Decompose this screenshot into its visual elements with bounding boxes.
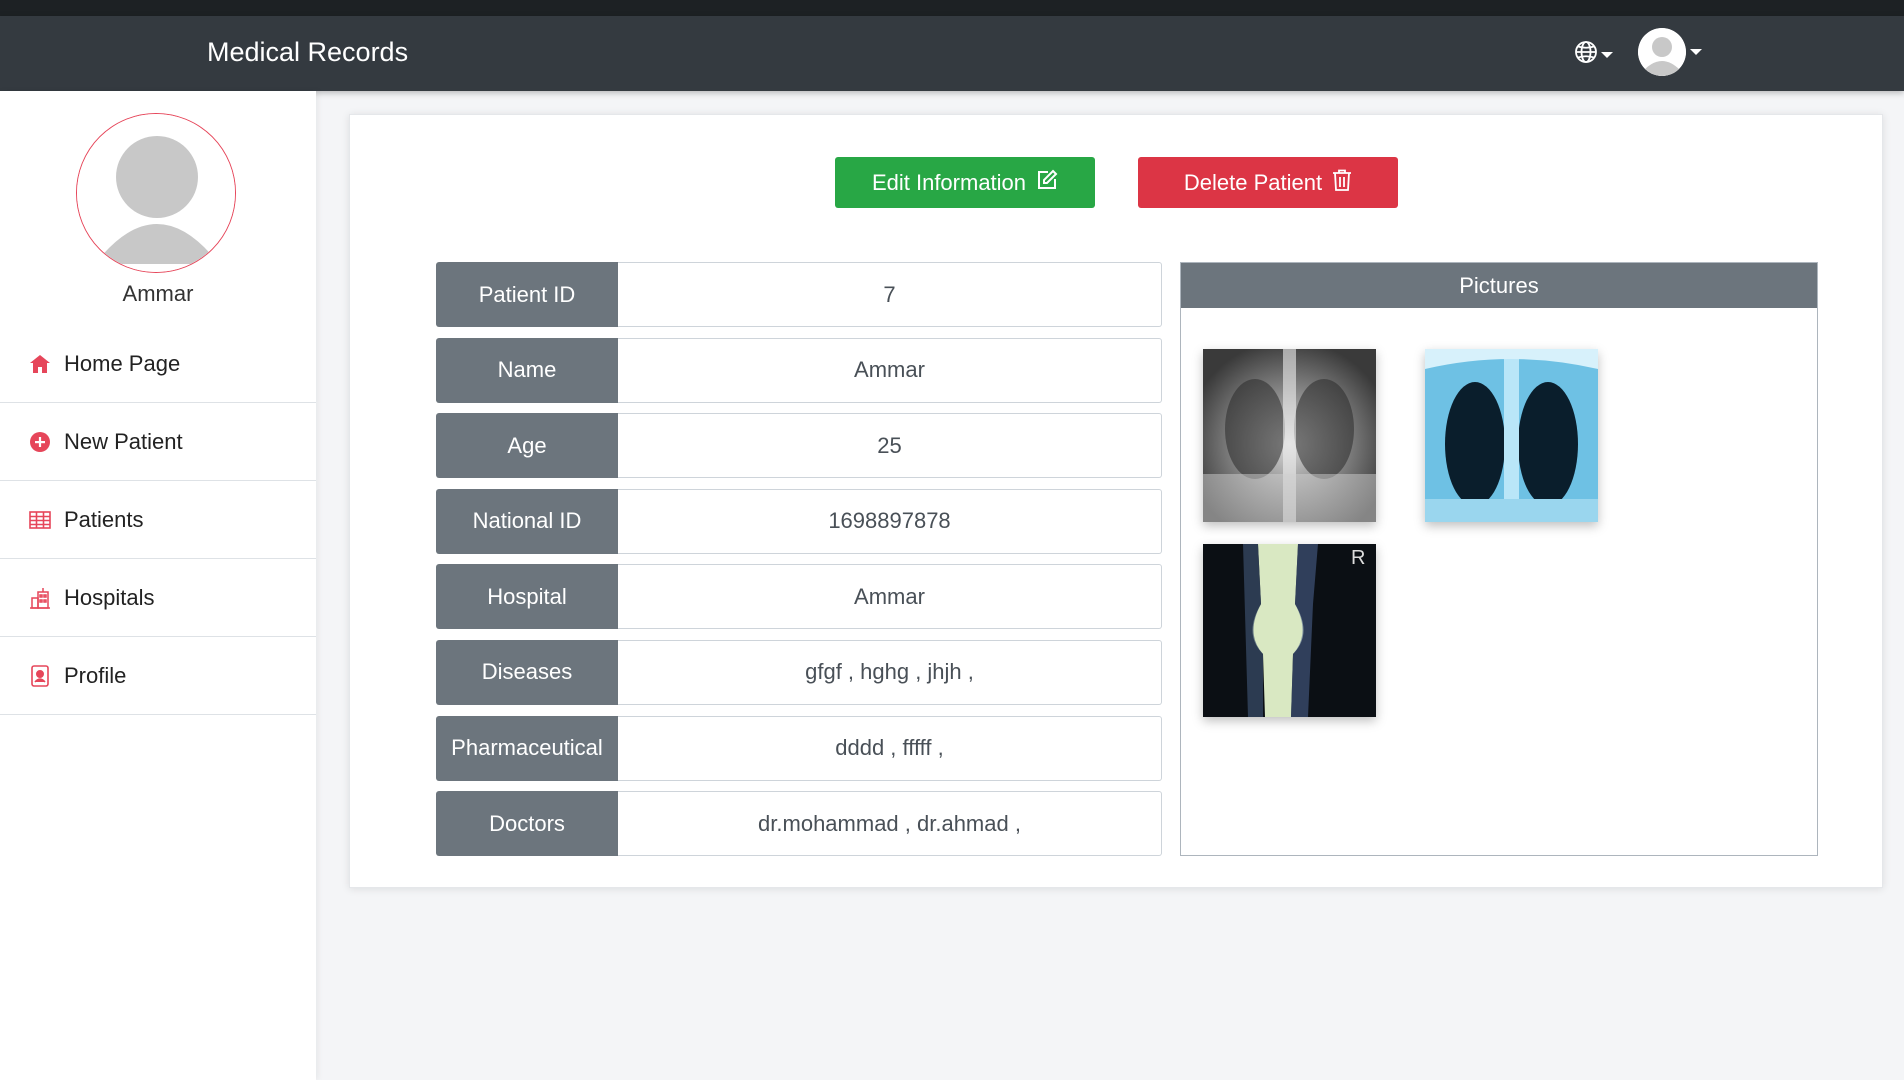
sidebar-item-profile[interactable]: Profile [0, 637, 316, 715]
info-label: Doctors [436, 791, 618, 857]
profile-avatar [76, 113, 236, 273]
edit-icon [1036, 169, 1058, 197]
info-row-name: Name Ammar [436, 337, 1162, 403]
info-value: dr.mohammad , dr.ahmad , [618, 791, 1162, 857]
user-menu-dropdown[interactable] [1638, 28, 1702, 76]
top-strip [0, 0, 1904, 16]
hospital-icon [28, 586, 52, 610]
sidebar-item-label: Home Page [64, 350, 181, 376]
table-icon [28, 508, 52, 532]
sidebar-item-patients[interactable]: Patients [0, 481, 316, 559]
profile-icon [28, 664, 52, 688]
sidebar: Ammar Home Page New Patient Patients Hos… [0, 91, 316, 1080]
info-value: dddd , fffff , [618, 715, 1162, 781]
sidebar-menu: Home Page New Patient Patients Hospitals… [0, 325, 316, 715]
sidebar-item-hospitals[interactable]: Hospitals [0, 559, 316, 637]
navbar: Medical Records [0, 16, 1904, 91]
edit-information-button[interactable]: Edit Information [835, 157, 1095, 208]
info-value: 7 [618, 262, 1162, 327]
globe-icon [1574, 40, 1598, 69]
info-label: Pharmaceutical [436, 715, 618, 781]
info-value: gfgf , hghg , jhjh , [618, 639, 1162, 705]
sidebar-item-home[interactable]: Home Page [0, 325, 316, 403]
sidebar-item-label: Hospitals [64, 584, 155, 610]
info-row-diseases: Diseases gfgf , hghg , jhjh , [436, 639, 1162, 705]
info-row-national-id: National ID 1698897878 [436, 488, 1162, 554]
info-row-patient-id: Patient ID 7 [436, 262, 1162, 327]
xray-thumbnail[interactable]: R [1203, 544, 1376, 717]
sidebar-item-new-patient[interactable]: New Patient [0, 403, 316, 481]
info-label: Hospital [436, 564, 618, 630]
delete-patient-button[interactable]: Delete Patient [1138, 157, 1398, 208]
chevron-down-icon [1690, 49, 1702, 55]
info-value: 25 [618, 413, 1162, 479]
delete-button-label: Delete Patient [1183, 169, 1323, 195]
sidebar-item-label: Profile [64, 662, 127, 688]
app-title[interactable]: Medical Records [207, 37, 408, 68]
info-label: Age [436, 413, 618, 479]
trash-icon [1332, 169, 1352, 197]
pictures-title: Pictures [1181, 263, 1817, 308]
patient-details-card: Edit Information Delete Patient Patient … [349, 114, 1883, 888]
info-row-pharmaceutical: Pharmaceutical dddd , fffff , [436, 715, 1162, 781]
info-label: Name [436, 337, 618, 403]
sidebar-user-name: Ammar [122, 281, 194, 306]
language-dropdown[interactable] [1574, 40, 1613, 69]
chevron-down-icon [1601, 51, 1613, 58]
info-label: National ID [436, 488, 618, 554]
home-icon [28, 352, 52, 376]
info-value: Ammar [618, 337, 1162, 403]
info-value: 1698897878 [618, 488, 1162, 554]
info-value: Ammar [618, 564, 1162, 630]
edit-button-label: Edit Information [871, 169, 1027, 195]
info-label: Diseases [436, 639, 618, 705]
patient-info-table: Patient ID 7 Name Ammar Age 25 National … [436, 262, 1162, 867]
xray-thumbnail[interactable] [1203, 349, 1376, 522]
sidebar-item-label: New Patient [64, 428, 183, 454]
svg-text:R: R [1351, 547, 1365, 569]
sidebar-item-label: Patients [64, 506, 144, 532]
info-row-age: Age 25 [436, 413, 1162, 479]
plus-circle-icon [28, 430, 52, 454]
avatar [1638, 28, 1686, 76]
info-row-doctors: Doctors dr.mohammad , dr.ahmad , [436, 791, 1162, 857]
pictures-panel: Pictures R [1180, 262, 1818, 856]
info-label: Patient ID [436, 262, 618, 327]
xray-thumbnail[interactable] [1425, 349, 1598, 522]
info-row-hospital: Hospital Ammar [436, 564, 1162, 630]
